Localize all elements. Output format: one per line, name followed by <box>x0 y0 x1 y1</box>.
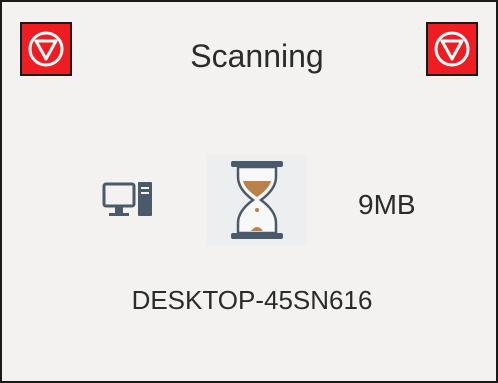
scan-status-title: Scanning <box>190 38 324 74</box>
desktop-computer-icon <box>102 182 152 216</box>
hourglass-icon <box>231 161 283 239</box>
stop-circle-icon <box>434 31 470 67</box>
stop-button-right[interactable] <box>426 22 478 76</box>
computer-hostname: DESKTOP-45SN616 <box>131 285 373 315</box>
scanned-size-value: 9MB <box>358 189 416 220</box>
stop-button-left[interactable] <box>20 22 72 76</box>
stop-circle-icon <box>28 31 64 67</box>
scan-status-panel: Scanning 9MB DESKTOP-45SN616 <box>0 0 498 383</box>
hourglass-panel <box>207 155 307 245</box>
